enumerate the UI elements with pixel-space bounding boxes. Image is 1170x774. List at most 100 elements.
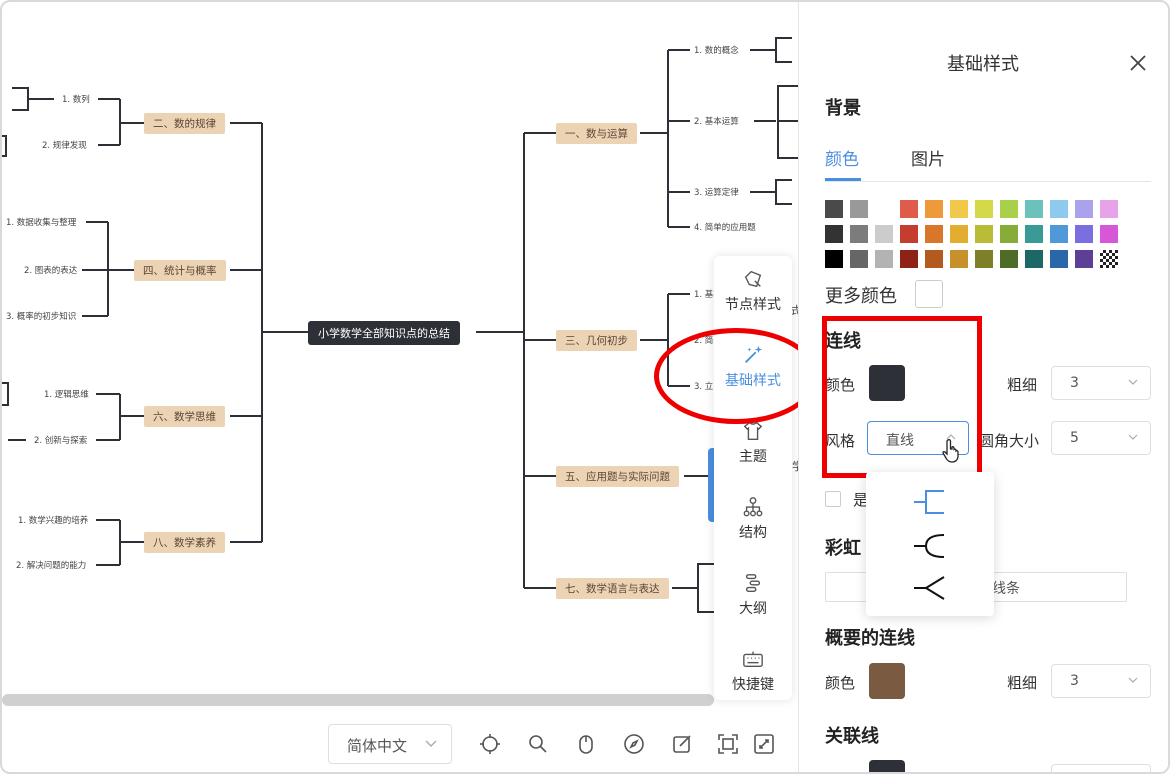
sub-node[interactable]: 1. 数列 (62, 93, 90, 105)
association-line-color-swatch[interactable] (869, 760, 905, 772)
toolbar-theme[interactable]: 主题 (714, 420, 792, 466)
color-swatch[interactable] (975, 225, 993, 243)
color-swatch[interactable] (925, 200, 943, 218)
chevron-down-icon (425, 740, 437, 747)
toolbar-label: 大纲 (739, 601, 767, 617)
color-swatch[interactable] (950, 200, 968, 218)
line-width-value: 3 (1070, 375, 1079, 391)
color-swatch[interactable] (1000, 200, 1018, 218)
sub-node[interactable]: 1. 数学兴趣的培养 (18, 514, 88, 526)
compass-icon[interactable] (622, 732, 646, 756)
fit-screen-icon[interactable] (716, 732, 740, 756)
color-swatch[interactable] (1000, 225, 1018, 243)
language-select[interactable]: 简体中文 (328, 724, 452, 764)
color-swatch[interactable] (950, 250, 968, 268)
color-swatch[interactable] (825, 200, 843, 218)
background-heading: 背景 (825, 98, 861, 119)
color-swatch[interactable] (1000, 250, 1018, 268)
color-swatch[interactable] (1100, 200, 1118, 218)
color-swatch[interactable] (975, 200, 993, 218)
color-swatch[interactable] (850, 200, 868, 218)
corner-radius-label: 圆角大小 (979, 432, 1040, 450)
color-swatch[interactable] (900, 200, 918, 218)
sub-node[interactable]: 2. 图表的表达 (24, 264, 77, 276)
line-style-straight-option[interactable] (912, 488, 946, 516)
color-swatch[interactable] (1075, 200, 1093, 218)
color-swatch[interactable] (850, 225, 868, 243)
color-swatch[interactable] (1075, 225, 1093, 243)
association-line-heading: 关联线 (825, 726, 879, 747)
mouse-icon[interactable] (574, 732, 598, 756)
color-swatch[interactable] (900, 250, 918, 268)
toolbar-label: 快捷键 (732, 677, 774, 693)
summary-line-width-label: 粗细 (1007, 674, 1038, 692)
sub-node[interactable]: 2. 解决问题的能力 (16, 559, 86, 571)
search-icon[interactable] (526, 732, 550, 756)
category-node[interactable]: 一、数与运算 (556, 123, 637, 144)
color-swatch[interactable] (1050, 250, 1068, 268)
category-node[interactable]: 二、数的规律 (144, 113, 225, 134)
fullscreen-icon[interactable] (752, 732, 776, 756)
toolbar-label: 结构 (739, 525, 767, 541)
side-toolbar: 节点样式 基础样式 主题 结构 大纲 快捷键 (714, 256, 792, 700)
toolbar-structure[interactable]: 结构 (714, 496, 792, 542)
category-node[interactable]: 三、几何初步 (556, 330, 637, 351)
color-swatch[interactable] (825, 250, 843, 268)
line-option-checkbox[interactable] (825, 491, 841, 507)
color-swatch[interactable] (925, 250, 943, 268)
category-node[interactable]: 六、数学思维 (144, 406, 225, 427)
tab-image[interactable]: 图片 (911, 145, 945, 170)
locate-icon[interactable] (478, 732, 502, 756)
horizontal-scrollbar[interactable] (2, 694, 714, 706)
category-node[interactable]: 四、统计与概率 (134, 260, 226, 281)
sub-node[interactable]: 4. 简单的应用题 (694, 221, 756, 233)
line-style-curve-option[interactable] (912, 532, 946, 560)
sub-node[interactable]: 1. 数据收集与整理 (6, 216, 76, 228)
sub-node[interactable]: 1. 数的概念 (694, 44, 739, 56)
toolbar-node-style[interactable]: 节点样式 (714, 268, 792, 314)
summary-line-color-swatch[interactable] (869, 663, 905, 699)
color-swatch[interactable] (875, 200, 893, 218)
color-swatch[interactable] (1025, 200, 1043, 218)
chevron-down-icon (1128, 677, 1138, 683)
color-swatch[interactable] (1050, 200, 1068, 218)
category-node[interactable]: 七、数学语言与表达 (556, 578, 669, 599)
category-node[interactable]: 八、数学素养 (144, 532, 225, 553)
color-swatch[interactable] (1100, 250, 1118, 268)
sub-node[interactable]: 1. 逻辑思维 (44, 388, 89, 400)
tab-color[interactable]: 颜色 (825, 145, 859, 170)
sub-node[interactable]: 2. 基本运算 (694, 115, 739, 127)
sub-node[interactable]: 2. 规律发现 (42, 139, 87, 151)
app-window: 小学数学全部知识点的总结 二、数的规律 四、统计与概率 六、数学思维 八、数学素… (0, 0, 1170, 774)
color-swatch[interactable] (875, 250, 893, 268)
sub-node[interactable]: 3. 运算定律 (694, 186, 739, 198)
root-node[interactable]: 小学数学全部知识点的总结 (308, 321, 460, 345)
color-swatch[interactable] (1025, 225, 1043, 243)
association-line-width-select[interactable] (1051, 764, 1151, 772)
tab-divider (825, 181, 1151, 182)
keyboard-icon (743, 651, 763, 668)
color-swatch[interactable] (950, 225, 968, 243)
color-swatch[interactable] (875, 225, 893, 243)
corner-radius-select[interactable]: 5 (1051, 421, 1151, 455)
summary-line-width-select[interactable]: 3 (1051, 664, 1151, 698)
edit-icon[interactable] (670, 732, 694, 756)
line-style-direct-option[interactable] (912, 574, 946, 602)
line-width-select[interactable]: 3 (1051, 366, 1151, 400)
color-swatch[interactable] (1050, 225, 1068, 243)
color-swatch[interactable] (900, 225, 918, 243)
color-swatch[interactable] (1100, 225, 1118, 243)
close-icon[interactable] (1129, 54, 1147, 72)
category-node[interactable]: 五、应用题与实际问题 (556, 466, 679, 487)
color-swatch[interactable] (1025, 250, 1043, 268)
color-swatch[interactable] (975, 250, 993, 268)
sub-node[interactable]: 3. 概率的初步知识 (6, 310, 76, 322)
sub-node[interactable]: 2. 创新与探索 (34, 434, 87, 446)
color-swatch[interactable] (925, 225, 943, 243)
more-colors-swatch[interactable] (915, 280, 943, 308)
toolbar-shortcuts[interactable]: 快捷键 (714, 648, 792, 694)
color-swatch[interactable] (825, 225, 843, 243)
toolbar-outline[interactable]: 大纲 (714, 572, 792, 618)
color-swatch[interactable] (1075, 250, 1093, 268)
color-swatch[interactable] (850, 250, 868, 268)
